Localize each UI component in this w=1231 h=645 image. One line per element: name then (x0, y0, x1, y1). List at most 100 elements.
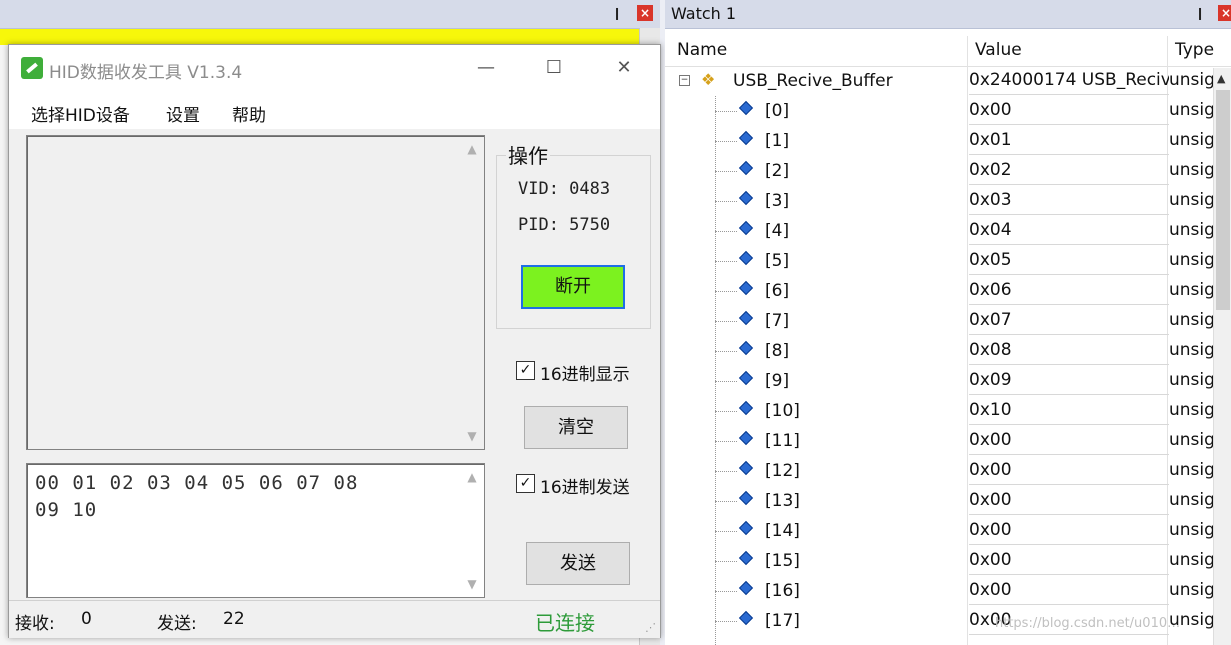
scroll-down-icon[interactable]: ▼ (460, 429, 484, 443)
tree-connector (715, 171, 737, 172)
send-textarea[interactable]: 00 01 02 03 04 05 06 07 08 09 10 ▲ ▼ (26, 463, 485, 598)
maximize-button[interactable]: ☐ (539, 55, 569, 81)
element-value[interactable]: 0x08 (969, 340, 1169, 365)
watch-row[interactable]: [6] 0x06 unsig (665, 277, 1231, 307)
element-value[interactable]: 0x00 (969, 550, 1169, 575)
watch-row[interactable]: [11] 0x00 unsig (665, 427, 1231, 457)
element-value[interactable]: 0x01 (969, 130, 1169, 155)
element-type: unsig (1169, 400, 1215, 420)
element-type: unsig (1169, 190, 1215, 210)
send-scrollbar[interactable]: ▲ ▼ (460, 464, 484, 597)
element-type: unsig (1169, 130, 1215, 150)
minimize-button[interactable]: — (471, 55, 501, 81)
column-name[interactable]: Name (677, 40, 727, 60)
element-value[interactable]: 0x05 (969, 250, 1169, 275)
watch-row[interactable]: [14] 0x00 unsig (665, 517, 1231, 547)
variable-element-icon (738, 100, 754, 116)
watch-row[interactable]: [9] 0x09 unsig (665, 367, 1231, 397)
tree-connector (715, 441, 737, 442)
menu-select-hid-device[interactable]: 选择HID设备 (31, 101, 130, 126)
watch-row[interactable]: [7] 0x07 unsig (665, 307, 1231, 337)
element-value[interactable]: 0x00 (969, 430, 1169, 455)
element-value[interactable]: 0x03 (969, 190, 1169, 215)
tree-connector (715, 531, 737, 532)
watch-row[interactable]: [12] 0x00 unsig (665, 457, 1231, 487)
element-value[interactable]: 0x00 (969, 460, 1169, 485)
close-button[interactable]: ✕ (609, 55, 639, 81)
element-type: unsig (1169, 220, 1215, 240)
recv-count-value: 0 (81, 609, 92, 629)
element-name: [16] (765, 581, 800, 601)
element-value[interactable]: 0x00 (969, 580, 1169, 605)
element-value[interactable]: 0x06 (969, 280, 1169, 305)
element-type: unsig (1169, 580, 1215, 600)
variable-element-icon (738, 460, 754, 476)
element-value[interactable]: 0x07 (969, 310, 1169, 335)
tree-connector (715, 561, 737, 562)
element-name: [2] (765, 161, 790, 181)
element-value[interactable]: 0x00 (969, 520, 1169, 545)
element-value[interactable]: 0x00 (969, 100, 1169, 125)
tree-connector (715, 321, 737, 322)
watch-scrollbar[interactable]: ▲ (1213, 68, 1231, 645)
column-type[interactable]: Type (1175, 40, 1214, 60)
menu-help[interactable]: 帮助 (232, 101, 266, 126)
root-variable-type: unsig (1169, 70, 1215, 90)
watch-row[interactable]: [10] 0x10 unsig (665, 397, 1231, 427)
scroll-down-icon[interactable]: ▼ (460, 577, 484, 591)
scroll-up-icon[interactable]: ▲ (1217, 72, 1225, 85)
element-value[interactable]: 0x10 (969, 400, 1169, 425)
pin-icon[interactable]: ❙ (1195, 6, 1205, 20)
pin-icon[interactable]: ❙ (612, 6, 622, 20)
column-value[interactable]: Value (975, 40, 1022, 60)
hex-send-label: 16进制发送 (540, 478, 630, 498)
receive-scrollbar[interactable]: ▲ ▼ (460, 136, 484, 449)
close-icon[interactable]: × (1218, 5, 1231, 21)
variable-element-icon (738, 550, 754, 566)
element-name: [5] (765, 251, 790, 271)
operation-group-label: 操作 (506, 140, 550, 169)
root-variable-value[interactable]: 0x24000174 USB_Reciv... (969, 70, 1169, 95)
element-type: unsig (1169, 460, 1215, 480)
variable-element-icon (738, 370, 754, 386)
scroll-up-icon[interactable]: ▲ (460, 142, 484, 156)
watch-titlebar: Watch 1 ❙ × (665, 0, 1231, 29)
checkbox-checked-icon[interactable]: ✓ (516, 361, 535, 380)
watch-root-row[interactable]: − ❖ USB_Recive_Buffer 0x24000174 USB_Rec… (665, 67, 1231, 97)
watch-row[interactable]: [13] 0x00 unsig (665, 487, 1231, 517)
resize-grip-icon[interactable]: ⋰ (645, 621, 656, 634)
close-icon[interactable]: × (637, 5, 653, 21)
element-value[interactable]: 0x04 (969, 220, 1169, 245)
element-name: [4] (765, 221, 790, 241)
watch-row[interactable]: [4] 0x04 unsig (665, 217, 1231, 247)
variable-element-icon (738, 160, 754, 176)
tree-connector (715, 351, 737, 352)
receive-textarea[interactable]: ▲ ▼ (26, 135, 485, 450)
send-button[interactable]: 发送 (526, 542, 630, 585)
element-type: unsig (1169, 340, 1215, 360)
collapse-icon[interactable]: − (679, 75, 690, 86)
tree-connector (715, 141, 737, 142)
watch-row[interactable]: [16] 0x00 unsig (665, 577, 1231, 607)
watch-row[interactable]: [1] 0x01 unsig (665, 127, 1231, 157)
recv-count-label: 接收: (15, 614, 55, 634)
variable-element-icon (738, 250, 754, 266)
watch-row[interactable]: [2] 0x02 unsig (665, 157, 1231, 187)
element-value[interactable]: 0x00 (969, 490, 1169, 515)
checkbox-checked-icon[interactable]: ✓ (516, 474, 535, 493)
watch-row[interactable]: [0] 0x00 unsig (665, 97, 1231, 127)
scrollbar-thumb[interactable] (1216, 90, 1230, 310)
element-value[interactable]: 0x09 (969, 370, 1169, 395)
disconnect-button[interactable]: 断开 (521, 265, 625, 309)
watch-row[interactable]: [5] 0x05 unsig (665, 247, 1231, 277)
element-value[interactable]: 0x02 (969, 160, 1169, 185)
element-name: [11] (765, 431, 800, 451)
watch-row[interactable]: [8] 0x08 unsig (665, 337, 1231, 367)
watch-row[interactable]: [3] 0x03 unsig (665, 187, 1231, 217)
watch-row[interactable]: [15] 0x00 unsig (665, 547, 1231, 577)
clear-button[interactable]: 清空 (524, 406, 628, 449)
variable-element-icon (738, 190, 754, 206)
menu-settings[interactable]: 设置 (166, 101, 200, 126)
tree-connector (715, 111, 737, 112)
scroll-up-icon[interactable]: ▲ (460, 470, 484, 484)
